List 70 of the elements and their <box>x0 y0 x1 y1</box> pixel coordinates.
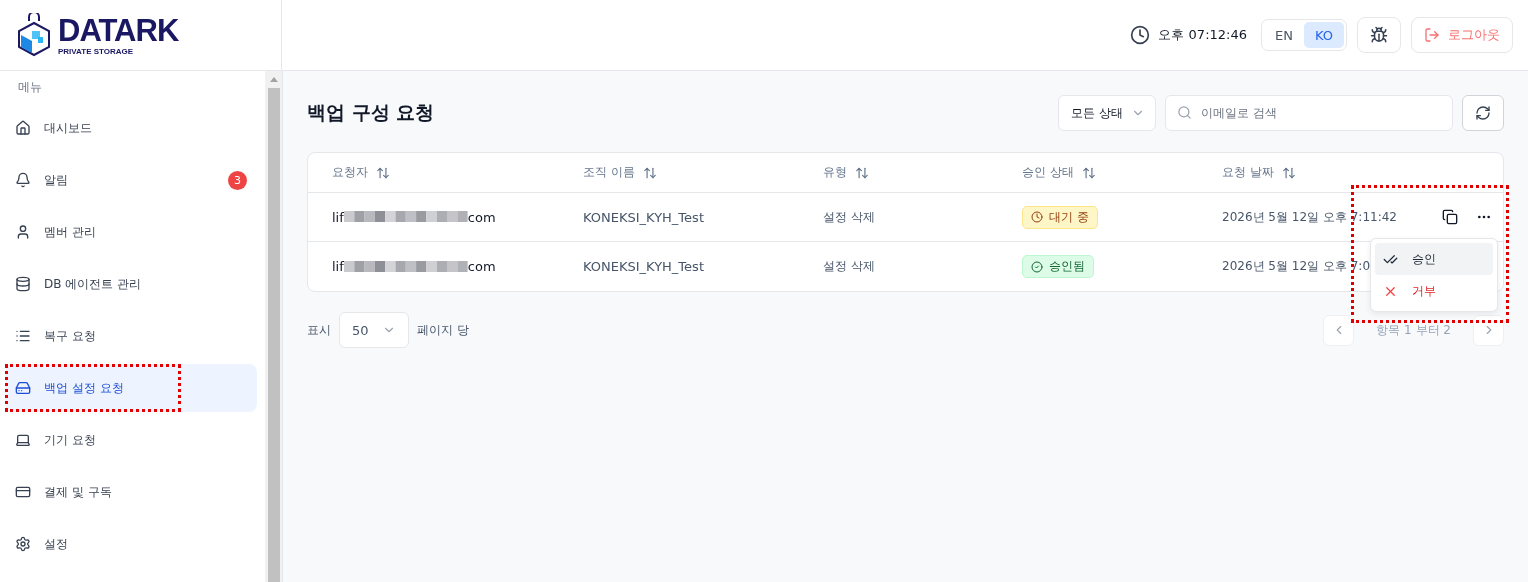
page-range: 항목 1 부터 2 <box>1376 321 1451 339</box>
refresh-button[interactable] <box>1462 95 1504 131</box>
column-header[interactable]: 요청자 <box>332 164 583 181</box>
search-icon <box>1177 105 1192 120</box>
table-cell-text: KONEKSI_KYH_Test <box>583 259 705 274</box>
language-button[interactable]: KO <box>1303 22 1344 48</box>
sort-icon <box>1281 165 1296 180</box>
user-icon <box>15 224 31 240</box>
table-cell: 2026년 5월 12일 오후 7:11:42 <box>1222 208 1397 226</box>
clock-icon <box>1031 211 1043 223</box>
per-page-label: 페이지 당 <box>417 321 469 339</box>
next-page-button[interactable] <box>1473 314 1504 346</box>
status-badge: 승인됨 <box>1022 255 1094 278</box>
search-field[interactable]: 이메일로 검색 <box>1165 95 1453 131</box>
email-end: com <box>467 259 496 274</box>
laptop-icon <box>15 432 31 448</box>
page-size-select[interactable]: 50 <box>339 312 409 348</box>
email-start: lif <box>332 209 344 225</box>
sort-icon <box>1081 165 1096 180</box>
menu-section-label: 메뉴 <box>17 79 42 96</box>
column-header[interactable]: 유형 <box>823 164 1022 181</box>
sidebar-item[interactable]: 알림 3 <box>5 156 257 204</box>
table-cell-text: KONEKSI_KYH_Test <box>583 209 705 225</box>
logo-tagline: PRIVATE STORAGE <box>58 47 135 56</box>
sidebar-item[interactable]: 설정 <box>5 520 257 568</box>
logout-icon <box>1424 27 1440 43</box>
hard-drive-icon <box>15 380 31 396</box>
sidebar-item[interactable]: 복구 요청 <box>5 312 257 360</box>
clock-time: 오후 07:12:46 <box>1158 26 1247 44</box>
database-icon <box>15 276 31 292</box>
language-button[interactable]: EN <box>1264 22 1304 48</box>
bug-report-button[interactable] <box>1357 17 1401 53</box>
page-title: 백업 구성 요청 <box>307 100 436 125</box>
table-cell: 2026년 5월 12일 오후 7:0 <box>1222 258 1370 275</box>
clock-icon <box>1130 25 1151 45</box>
count-badge: 3 <box>228 170 247 190</box>
email-end: com <box>467 209 496 225</box>
table-cell-text: 설정 삭제 <box>823 208 876 226</box>
credit-card-icon <box>15 484 31 500</box>
copy-icon <box>1442 209 1458 225</box>
gear-icon <box>15 536 31 552</box>
cube-logo-icon <box>16 13 52 57</box>
sort-icon <box>855 165 869 180</box>
email-start: lif <box>332 259 344 274</box>
scrollbar[interactable] <box>265 71 282 582</box>
list-icon <box>15 328 31 344</box>
check-circle-icon <box>1031 260 1043 273</box>
sidebar-item[interactable]: 백업 설정 요청 <box>5 364 257 412</box>
sidebar-item[interactable]: 결제 및 구독 <box>5 468 257 516</box>
sidebar-item[interactable]: DB 에이전트 관리 <box>5 260 257 308</box>
home-icon <box>15 120 31 136</box>
refresh-icon <box>1475 105 1491 121</box>
column-header[interactable]: 조직 이름 <box>583 164 823 181</box>
bell-icon <box>15 172 31 188</box>
column-header[interactable]: 요청 날짜 <box>1222 164 1442 181</box>
menu-item[interactable]: 승인 <box>1375 243 1493 275</box>
sort-icon <box>642 165 657 180</box>
menu-item[interactable]: 거부 <box>1375 275 1493 307</box>
logo-wordmark: DATARK <box>58 14 179 46</box>
copy-button[interactable] <box>1442 209 1458 225</box>
sidebar-item[interactable]: 기기 요청 <box>5 416 257 464</box>
status-filter[interactable]: 모든 상태 <box>1058 95 1156 131</box>
table-cell-text: 설정 삭제 <box>823 258 876 275</box>
bug-icon <box>1370 26 1388 44</box>
column-header[interactable]: 승인 상태 <box>1022 164 1222 181</box>
show-label: 표시 <box>307 321 331 339</box>
sidebar-item[interactable]: 멤버 관리 <box>5 208 257 256</box>
sidebar-item[interactable]: 대시보드 <box>5 104 257 152</box>
sort-icon <box>376 165 390 180</box>
status-badge: 대기 중 <box>1022 205 1098 229</box>
